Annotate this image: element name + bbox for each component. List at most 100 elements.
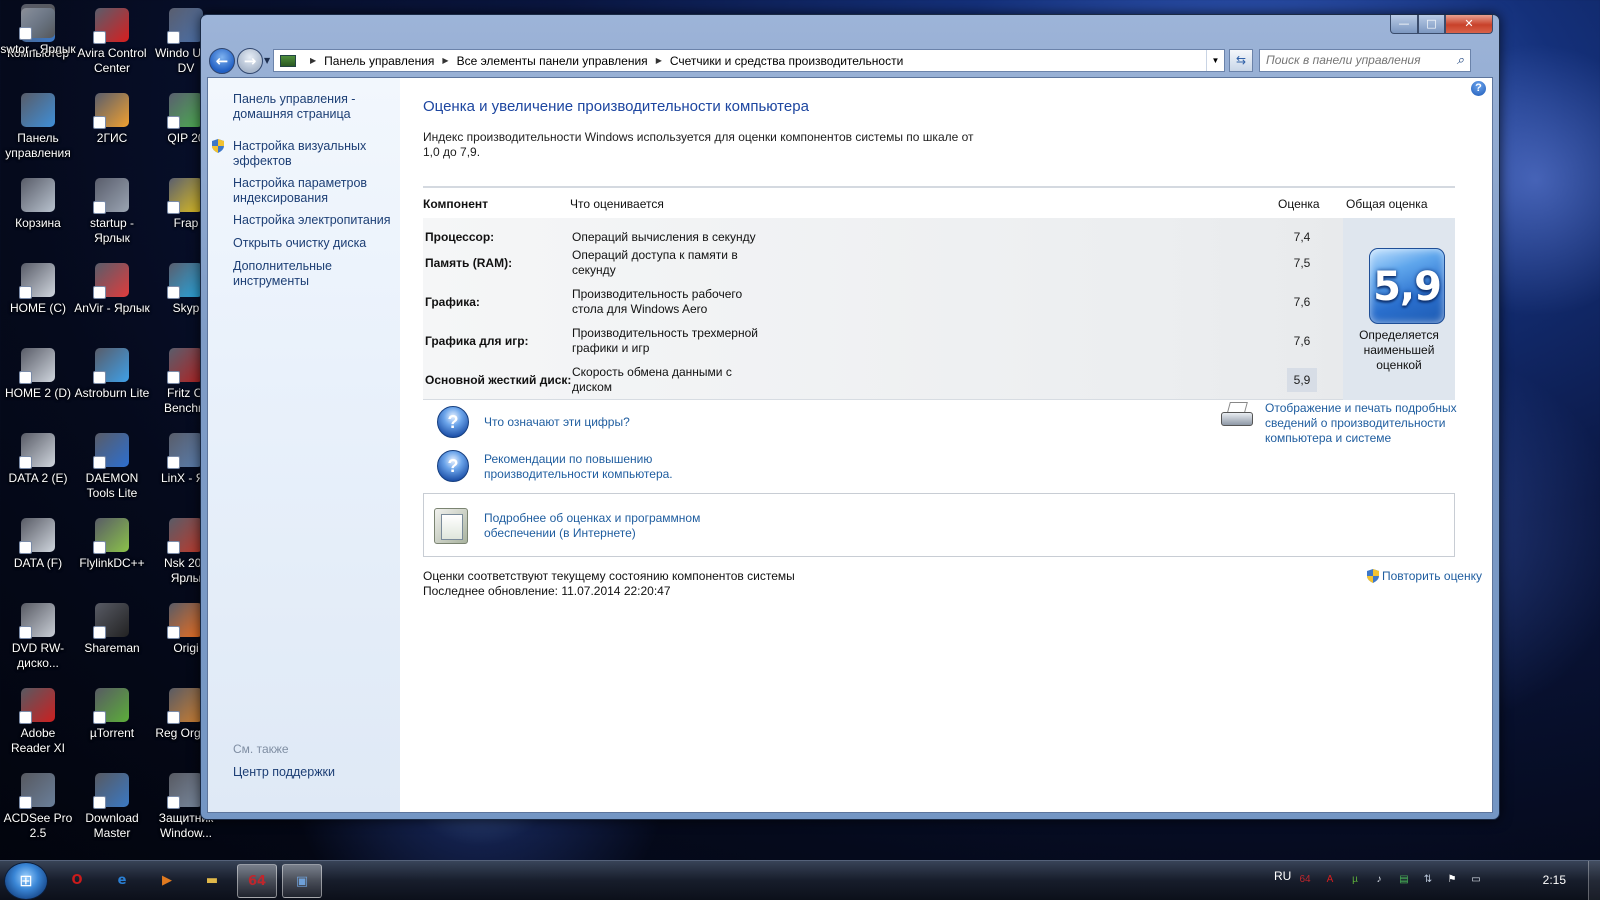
sidebar-link-home[interactable]: Панель управления - домашняя страница bbox=[233, 92, 393, 122]
breadcrumb-arrow-icon[interactable]: ▶ bbox=[656, 56, 662, 65]
desktop-icon[interactable]: AnVir - Ярлык bbox=[74, 259, 150, 316]
desktop-icon[interactable]: ACDSee Pro 2.5 bbox=[0, 769, 76, 841]
app-icon bbox=[19, 4, 55, 40]
desktop-icon[interactable]: Avira Control Center bbox=[74, 4, 150, 76]
overall-score-value: 5,9 bbox=[1373, 264, 1442, 310]
desktop-icon[interactable]: Download Master bbox=[74, 769, 150, 841]
desktop-icon[interactable]: FlylinkDC++ bbox=[74, 514, 150, 571]
desktop-icon[interactable]: DVD RW-диско... bbox=[0, 599, 76, 671]
sidebar-link-action-center[interactable]: Центр поддержки bbox=[233, 765, 335, 779]
desktop-icon-label: Avira Control Center bbox=[77, 46, 147, 75]
language-indicator[interactable]: RU bbox=[1274, 869, 1291, 883]
score-table: Компонент Что оценивается Оценка Общая о… bbox=[423, 186, 1455, 400]
taskbar-item-controlpanel[interactable]: ▣ bbox=[282, 864, 322, 898]
breadcrumb-control-panel[interactable]: Панель управления bbox=[324, 54, 434, 68]
desktop-icon-label: Adobe Reader XI bbox=[10, 726, 66, 755]
desktop-icon-label: startup - Ярлык bbox=[89, 216, 134, 245]
app-icon bbox=[19, 348, 55, 384]
row-component: Память (RAM): bbox=[425, 256, 513, 270]
row-score: 7,5 bbox=[1293, 256, 1311, 270]
row-what: Производительность трехмерной графики и … bbox=[572, 326, 758, 355]
breadcrumb-arrow-icon[interactable]: ▶ bbox=[442, 56, 448, 65]
address-bar[interactable]: ▶ Панель управления ▶ Все элементы панел… bbox=[273, 49, 1225, 72]
desktop-icon[interactable]: startup - Ярлык bbox=[74, 174, 150, 246]
back-button[interactable]: ← bbox=[209, 48, 235, 74]
tray-utorrent-icon[interactable]: µ bbox=[1347, 872, 1363, 888]
desktop-icon[interactable]: 2ГИС bbox=[74, 89, 150, 146]
sidebar-link-disk-cleanup[interactable]: Открыть очистку диска bbox=[233, 236, 393, 251]
row-component: Основной жесткий диск: bbox=[425, 373, 572, 387]
app-icon bbox=[93, 773, 129, 809]
start-button[interactable]: ⊞ bbox=[4, 862, 48, 900]
help-icon[interactable]: ? bbox=[1471, 81, 1486, 96]
desktop-icon[interactable]: DATA 2 (E) bbox=[0, 429, 76, 486]
tray-network-icon[interactable]: ▤ bbox=[1396, 872, 1412, 888]
explorer-icon: ▬ bbox=[205, 873, 219, 888]
table-row: Графика для игр: Производительность трех… bbox=[423, 322, 1343, 360]
header-component: Компонент bbox=[423, 197, 488, 211]
taskbar-item-explorer[interactable]: ▬ bbox=[192, 864, 232, 898]
desktop-icon[interactable]: Shareman bbox=[74, 599, 150, 656]
link-tips[interactable]: Рекомендации по повышению производительн… bbox=[484, 452, 694, 482]
tray-avira-icon[interactable]: A bbox=[1322, 872, 1338, 888]
sidebar-link-power[interactable]: Настройка электропитания bbox=[233, 213, 393, 228]
app-icon bbox=[93, 348, 129, 384]
row-what: Операций доступа к памяти в секунду bbox=[572, 248, 738, 277]
app-icon bbox=[93, 433, 129, 469]
clock[interactable]: 2:15 bbox=[1543, 873, 1566, 887]
taskbar-item-ie[interactable]: e bbox=[102, 864, 142, 898]
desktop-icon-label: FlylinkDC++ bbox=[79, 556, 145, 570]
show-desktop-button[interactable] bbox=[1588, 861, 1600, 900]
desktop-icon[interactable]: swtor - Ярлык bbox=[0, 0, 76, 57]
desktop-icon-label: DAEMON Tools Lite bbox=[85, 471, 139, 500]
table-row: Графика: Производительность рабочего сто… bbox=[423, 283, 1343, 321]
desktop-icon-label: Панель управления bbox=[5, 131, 71, 160]
table-row: Основной жесткий диск: Скорость обмена д… bbox=[423, 361, 1343, 399]
desktop-icon[interactable]: Корзина bbox=[0, 174, 76, 231]
close-button[interactable]: ✕ bbox=[1445, 15, 1493, 34]
desktop-icon[interactable]: HOME (C) bbox=[0, 259, 76, 316]
taskbar-item-app64[interactable]: 64 bbox=[237, 864, 277, 898]
desktop-icon[interactable]: HOME 2 (D) bbox=[0, 344, 76, 401]
rerun-assessment-link[interactable]: Повторить оценку bbox=[1366, 569, 1482, 583]
link-online-info[interactable]: Подробнее об оценках и программном обесп… bbox=[484, 511, 744, 541]
tray-flag-icon[interactable]: ⚑ bbox=[1444, 872, 1460, 888]
sidebar-link-indexing[interactable]: Настройка параметров индексирования bbox=[233, 176, 393, 206]
desktop-icon[interactable]: DAEMON Tools Lite bbox=[74, 429, 150, 501]
maximize-button[interactable]: □ bbox=[1418, 15, 1445, 34]
breadcrumb-all-items[interactable]: Все элементы панели управления bbox=[457, 54, 648, 68]
refresh-button[interactable]: ⇆ bbox=[1229, 49, 1253, 72]
taskbar-item-opera[interactable]: O bbox=[57, 864, 97, 898]
desktop-icon-label: swtor - Ярлык bbox=[0, 42, 76, 56]
breadcrumb-performance[interactable]: Счетчики и средства производительности bbox=[670, 54, 903, 68]
tray-connection-icon[interactable]: ⇅ bbox=[1420, 872, 1436, 888]
link-print-details[interactable]: Отображение и печать подробных сведений … bbox=[1265, 401, 1457, 446]
link-what-numbers[interactable]: Что означают эти цифры? bbox=[484, 415, 630, 430]
search-input[interactable] bbox=[1266, 53, 1446, 67]
app-icon bbox=[21, 178, 55, 212]
header-what: Что оценивается bbox=[570, 197, 664, 211]
desktop-icon[interactable]: Astroburn Lite bbox=[74, 344, 150, 401]
opera-icon: O bbox=[71, 873, 83, 888]
table-row: Память (RAM): Операций доступа к памяти … bbox=[423, 244, 1343, 282]
sidebar-link-visual-effects[interactable]: Настройка визуальных эффектов bbox=[233, 139, 393, 169]
sidebar-link-advanced-tools[interactable]: Дополнительные инструменты bbox=[233, 259, 393, 289]
minimize-button[interactable]: — bbox=[1390, 15, 1418, 34]
history-dropdown-icon[interactable]: ▼ bbox=[264, 56, 270, 65]
app-icon bbox=[19, 688, 55, 724]
breadcrumb-arrow-icon[interactable]: ▶ bbox=[310, 56, 316, 65]
desktop-icon-label: Корзина bbox=[15, 216, 61, 230]
desktop-icon[interactable]: Панель управления bbox=[0, 89, 76, 161]
row-component: Графика для игр: bbox=[425, 334, 529, 348]
desktop-icon[interactable]: Adobe Reader XI bbox=[0, 684, 76, 756]
address-dropdown-icon[interactable]: ▼ bbox=[1206, 50, 1224, 71]
forward-button[interactable]: → bbox=[237, 48, 263, 74]
desktop-icon[interactable]: DATA (F) bbox=[0, 514, 76, 571]
desktop-icon[interactable]: µTorrent bbox=[74, 684, 150, 741]
taskbar-item-media[interactable]: ▶ bbox=[147, 864, 187, 898]
tray-monitor-icon[interactable]: ▭ bbox=[1468, 872, 1484, 888]
tray-volume-icon[interactable]: ♪ bbox=[1371, 872, 1387, 888]
tray-aida64-icon[interactable]: 64 bbox=[1297, 872, 1313, 888]
search-icon[interactable]: ⌕ bbox=[1457, 52, 1464, 68]
app-icon bbox=[19, 433, 55, 469]
